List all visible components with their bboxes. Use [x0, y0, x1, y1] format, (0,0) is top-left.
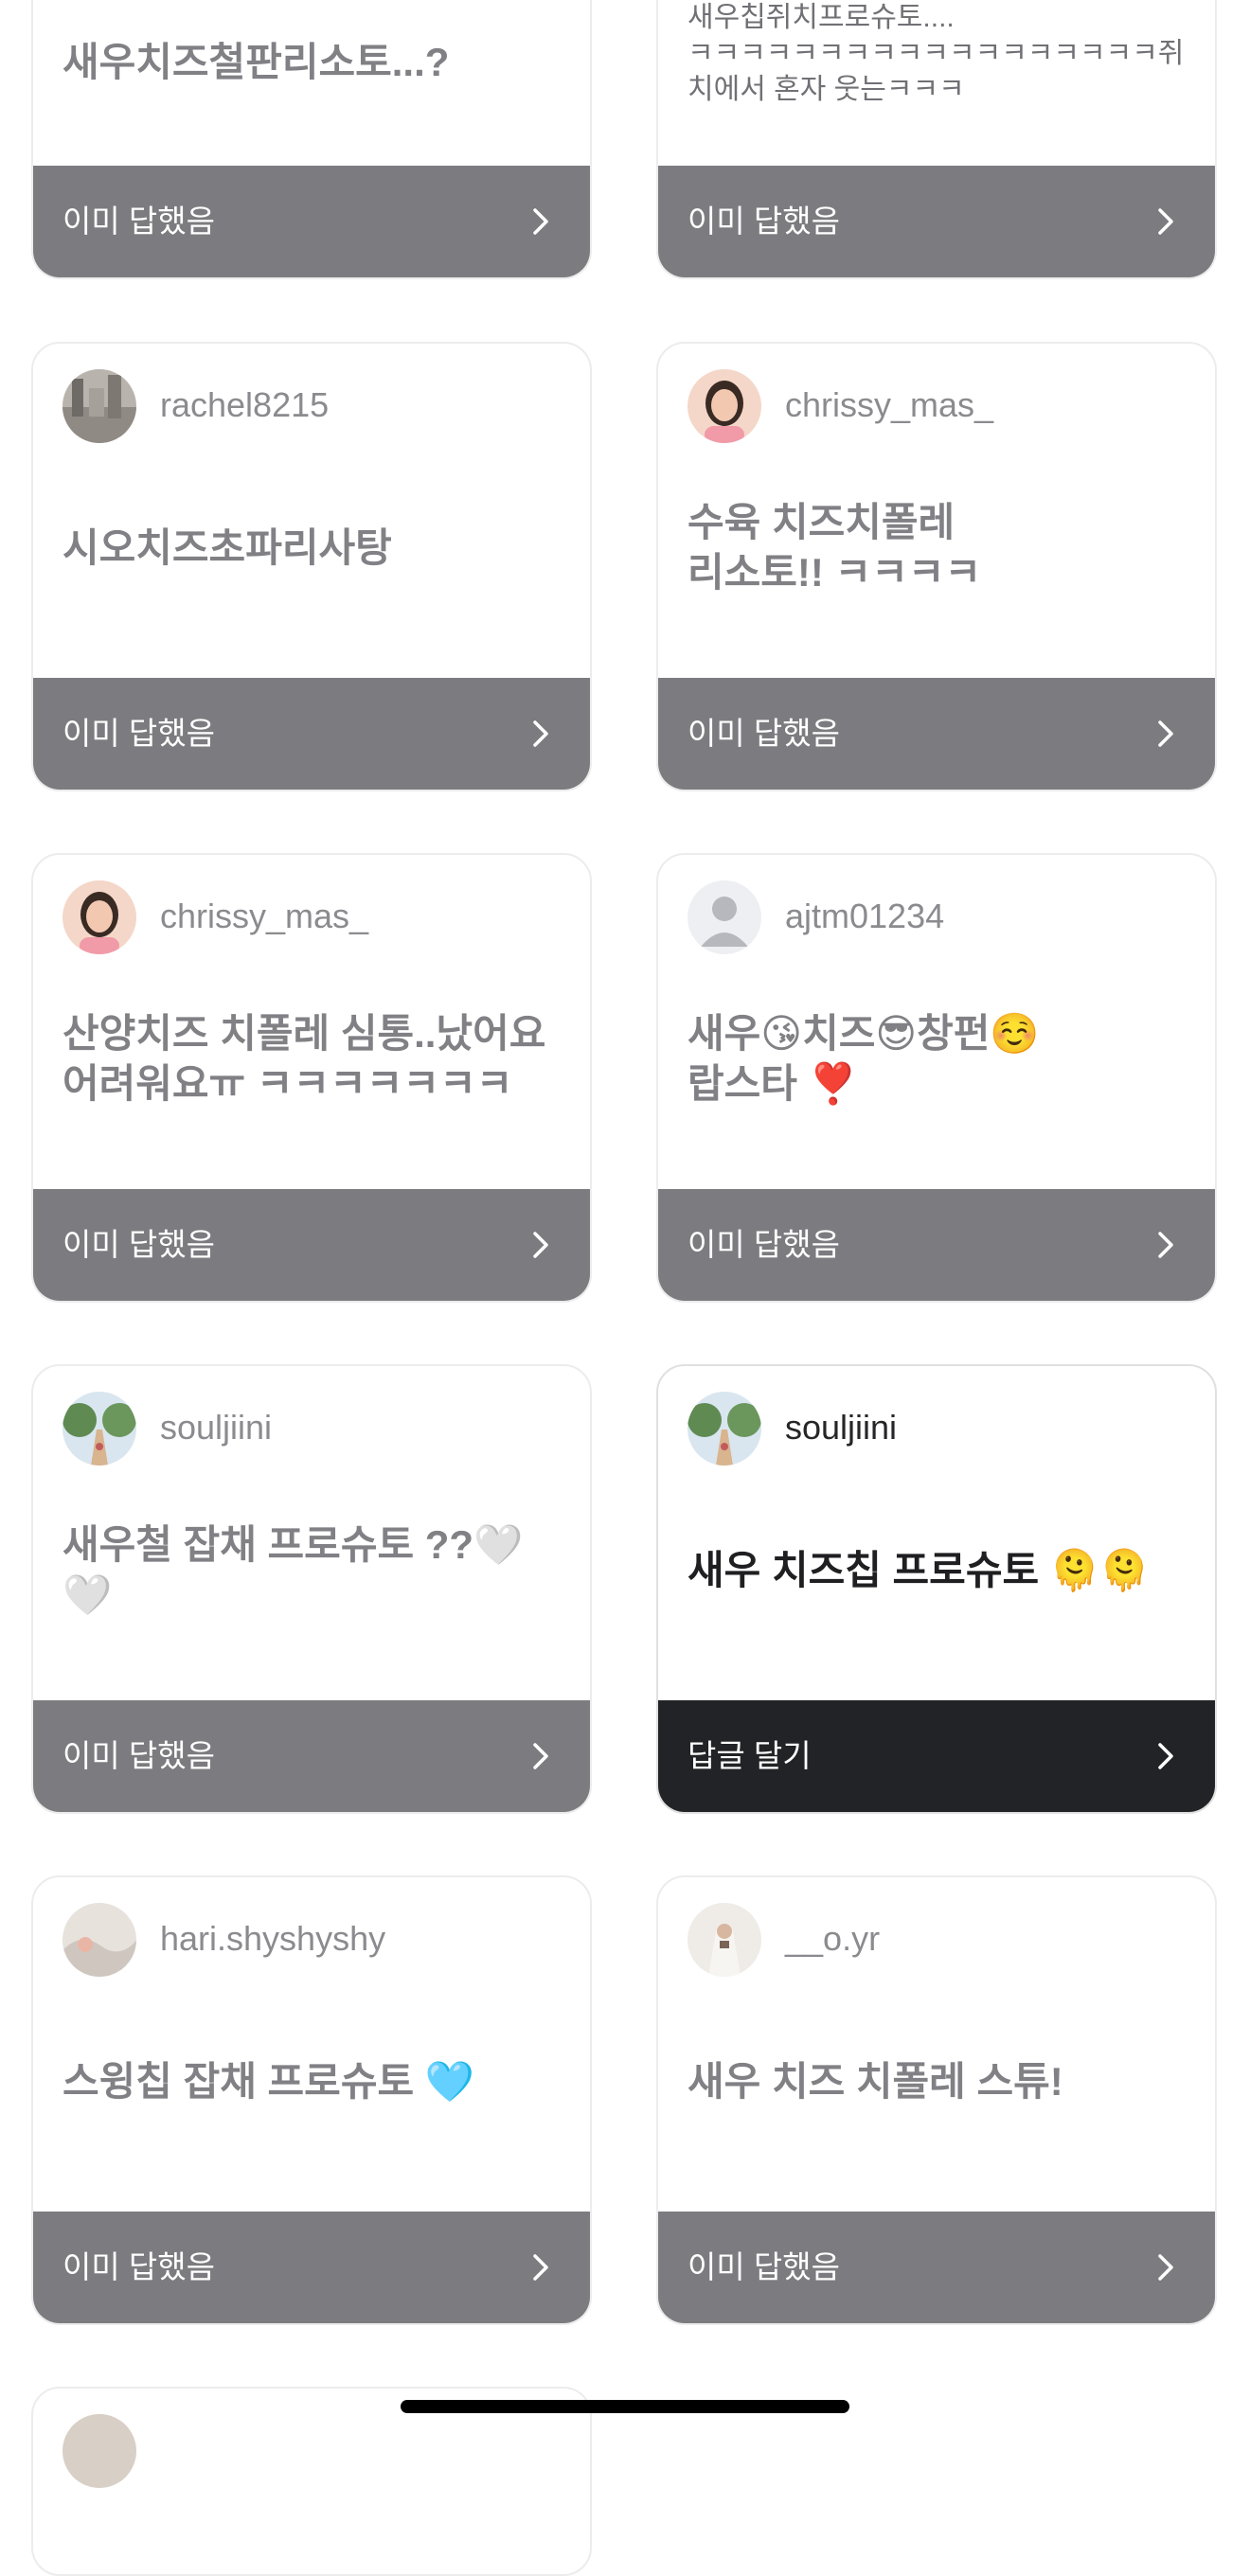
footer-label: 이미 답했음 [688, 2249, 840, 2284]
response-card[interactable]: chrissy_mas_ 산양치즈 치폴레 심통..났어요 어려워요ㅠ ㅋㅋㅋㅋ… [31, 853, 592, 1303]
username[interactable]: rachel8215 [160, 385, 329, 425]
chevron-right-icon [1158, 1232, 1173, 1258]
footer-label: 이미 답했음 [62, 2249, 215, 2284]
answered-button[interactable]: 이미 답했음 [33, 166, 590, 277]
default-person-avatar[interactable] [688, 880, 761, 954]
response-text: 스윙칩 잡채 프로슈토 🩵 [62, 2058, 475, 2104]
question-responses-grid: 새우치즈철판리소토...? 이미 답했음 새우칩쥐치프로슈토.... ㅋㅋㅋㅋㅋ… [0, 0, 1250, 2576]
response-card-current[interactable]: souljiini 새우 치즈칩 프로슈토 🫠🫠 답글 달기 [656, 1364, 1217, 1814]
answered-button[interactable]: 이미 답했음 [658, 2212, 1215, 2323]
response-text: 수육 치즈치폴레 리소토!! ㅋㅋㅋㅋ [688, 500, 982, 595]
chevron-right-icon [1158, 208, 1173, 235]
chevron-right-icon [533, 2254, 548, 2281]
response-card[interactable]: souljiini 새우철 잡채 프로슈토 ??🤍🤍 이미 답했음 [31, 1364, 592, 1814]
footer-label: 이미 답했음 [62, 1738, 215, 1773]
home-indicator [401, 2400, 849, 2413]
answered-button[interactable]: 이미 답했음 [33, 1700, 590, 1812]
answered-button[interactable]: 이미 답했음 [658, 166, 1215, 277]
bride-photo-avatar[interactable] [688, 1903, 761, 1977]
username[interactable]: souljiini [160, 1408, 272, 1448]
username[interactable]: chrissy_mas_ [160, 897, 368, 936]
answered-button[interactable]: 이미 답했음 [658, 678, 1215, 790]
chevron-right-icon [1158, 720, 1173, 747]
response-card[interactable]: 새우칩쥐치프로슈토.... ㅋㅋㅋㅋㅋㅋㅋㅋㅋㅋㅋㅋㅋㅋㅋㅋㅋㅋ쥐치에서 혼자 … [656, 0, 1217, 279]
response-text: 새우철 잡채 프로슈토 ??🤍🤍 [62, 1522, 524, 1617]
response-card[interactable]: chrissy_mas_ 수육 치즈치폴레 리소토!! ㅋㅋㅋㅋ 이미 답했음 [656, 342, 1217, 791]
reply-button[interactable]: 답글 달기 [658, 1700, 1215, 1812]
footer-label: 이미 답했음 [688, 716, 840, 751]
chevron-right-icon [1158, 2254, 1173, 2281]
username[interactable]: __o.yr [785, 1919, 880, 1959]
response-card[interactable]: hari.shyshyshy 스윙칩 잡채 프로슈토 🩵 이미 답했음 [31, 1875, 592, 2325]
woman-portrait-avatar[interactable] [688, 369, 761, 443]
username[interactable]: souljiini [785, 1408, 897, 1448]
woman-portrait-avatar[interactable] [62, 880, 136, 954]
chevron-right-icon [533, 1743, 548, 1769]
tree-path-avatar[interactable] [62, 1392, 136, 1466]
chevron-right-icon [533, 208, 548, 235]
response-text: 새우치즈철판리소토...? [62, 39, 450, 84]
response-card[interactable]: ajtm01234 새우😘치즈😎창펀☺️ 랍스타 ❣️ 이미 답했음 [656, 853, 1217, 1303]
response-card[interactable]: 새우치즈철판리소토...? 이미 답했음 [31, 0, 592, 279]
answered-button[interactable]: 이미 답했음 [33, 2212, 590, 2323]
answered-button[interactable]: 이미 답했음 [33, 678, 590, 790]
response-card[interactable]: __o.yr 새우 치즈 치폴레 스튜! 이미 답했음 [656, 1875, 1217, 2325]
footer-label: 이미 답했음 [62, 1227, 215, 1262]
response-text: 시오치즈초파리사탕 [62, 524, 392, 570]
chevron-right-icon [533, 1232, 548, 1258]
answered-button[interactable]: 이미 답했음 [658, 1189, 1215, 1301]
response-card[interactable]: rachel8215 시오치즈초파리사탕 이미 답했음 [31, 342, 592, 791]
answered-button[interactable]: 이미 답했음 [33, 1189, 590, 1301]
username[interactable]: chrissy_mas_ [785, 385, 993, 425]
response-card-partial[interactable] [31, 2387, 592, 2576]
footer-label: 이미 답했음 [688, 204, 840, 239]
chevron-right-icon [533, 720, 548, 747]
city-photo-avatar[interactable] [62, 369, 136, 443]
response-text: 새우😘치즈😎창펀☺️ 랍스타 ❣️ [688, 1011, 1040, 1106]
response-text: 산양치즈 치폴레 심통..났어요 어려워요ㅠ ㅋㅋㅋㅋㅋㅋㅋ [62, 1011, 546, 1106]
username[interactable]: hari.shyshyshy [160, 1919, 385, 1959]
footer-label: 답글 달기 [688, 1738, 812, 1773]
tree-path-avatar[interactable] [688, 1392, 761, 1466]
chevron-right-icon [1158, 1743, 1173, 1769]
footer-label: 이미 답했음 [62, 204, 215, 239]
response-text: 새우 치즈 치폴레 스튜! [688, 2058, 1063, 2104]
fabric-photo-avatar[interactable] [62, 1903, 136, 1977]
footer-label: 이미 답했음 [62, 716, 215, 751]
response-text: 새우 치즈칩 프로슈토 🫠🫠 [688, 1547, 1150, 1592]
footer-label: 이미 답했음 [688, 1227, 840, 1262]
username[interactable]: ajtm01234 [785, 897, 944, 936]
profile-avatar[interactable] [62, 2414, 136, 2488]
